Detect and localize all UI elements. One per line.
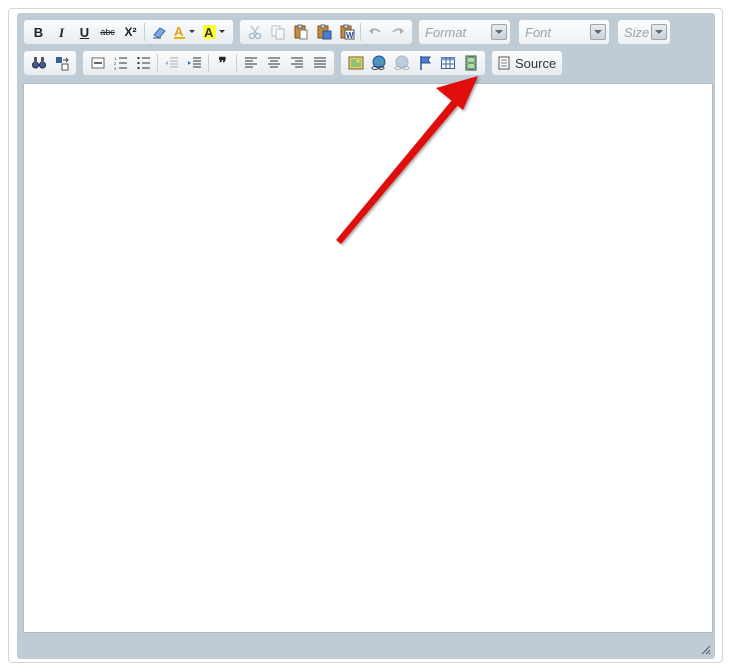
globe-link-icon (371, 55, 385, 70)
strikethrough-icon: abc (100, 26, 115, 37)
size-combo[interactable]: Size (617, 19, 671, 45)
image-button[interactable] (344, 52, 367, 74)
chevron-down-icon[interactable] (590, 24, 606, 40)
source-button[interactable]: Source (491, 50, 564, 76)
toolbar-separator (236, 54, 237, 72)
chevron-down-icon[interactable] (651, 24, 667, 40)
svg-text:A: A (204, 25, 214, 40)
svg-text:A: A (174, 24, 184, 39)
editor-chrome: B I U abc X² A A W Format Font Size 1 2 … (17, 13, 715, 659)
toolbar-separator (208, 54, 209, 72)
justify-button[interactable] (308, 52, 331, 74)
italic-button[interactable]: I (50, 21, 73, 43)
remove-format-button[interactable] (147, 21, 170, 43)
basic-styles-group: B I U abc X² A A (23, 19, 234, 45)
unlink-button[interactable] (390, 52, 413, 74)
background-color-button[interactable]: A (200, 21, 230, 43)
table-button[interactable] (436, 52, 459, 74)
align-right-button[interactable] (285, 52, 308, 74)
superscript-icon: X² (124, 25, 137, 39)
indent-button[interactable] (183, 52, 206, 74)
chevron-down-icon[interactable] (491, 24, 507, 40)
size-combo-label: Size (624, 24, 650, 40)
redo-button[interactable] (386, 21, 409, 43)
outdent-button[interactable] (160, 52, 183, 74)
toolbar-separator (144, 23, 145, 41)
toolbar-separator (157, 54, 158, 72)
font-combo-label: Font (525, 24, 552, 40)
cut-button[interactable] (243, 21, 266, 43)
clipboard-group: W (239, 19, 413, 45)
align-left-icon (244, 57, 257, 68)
paste-button[interactable] (289, 21, 312, 43)
quote-icon: ❞ (218, 54, 227, 72)
toolbar-separator (360, 23, 361, 41)
paste-text-button[interactable] (312, 21, 335, 43)
paste-from-word-button[interactable]: W (335, 21, 358, 43)
horizontal-rule-icon (91, 57, 104, 69)
undo-button[interactable] (363, 21, 386, 43)
editor-frame: B I U abc X² A A W Format Font Size 1 2 … (8, 8, 723, 663)
find-button[interactable] (27, 52, 50, 74)
find-replace-group (23, 50, 77, 76)
numbered-list-button[interactable]: 123 (109, 52, 132, 74)
format-combo[interactable]: Format (418, 19, 511, 45)
bulleted-list-button[interactable] (132, 52, 155, 74)
align-right-icon (290, 57, 303, 68)
align-center-icon (267, 57, 280, 68)
film-strip-icon (465, 55, 476, 71)
underline-button[interactable]: U (73, 21, 96, 43)
underline-icon: U (79, 24, 90, 40)
editor-content-area[interactable] (23, 83, 713, 633)
document-icon (498, 56, 510, 70)
image-icon (348, 56, 363, 70)
text-color-icon: A (174, 24, 195, 39)
paste-word-icon: W (340, 24, 354, 40)
replace-button[interactable] (50, 52, 73, 74)
outdent-icon (164, 57, 178, 68)
toolbar-row-2: 123 ❞ Source (23, 50, 564, 76)
bulleted-list-icon (137, 57, 150, 69)
link-button[interactable] (367, 52, 390, 74)
flag-icon (419, 56, 431, 70)
svg-text:3: 3 (114, 66, 117, 71)
source-button-label: Source (515, 55, 557, 71)
copy-icon (271, 25, 284, 40)
table-icon (440, 57, 455, 69)
binoculars-icon (31, 57, 46, 69)
eraser-icon (152, 27, 166, 39)
format-combo-label: Format (425, 24, 467, 40)
globe-unlink-icon (394, 55, 409, 70)
resize-grip-icon[interactable] (699, 643, 711, 655)
text-color-button[interactable]: A (170, 21, 200, 43)
copy-button[interactable] (266, 21, 289, 43)
undo-icon (368, 28, 381, 34)
align-left-button[interactable] (239, 52, 262, 74)
italic-icon: I (58, 24, 65, 40)
superscript-button[interactable]: X² (119, 21, 142, 43)
toolbar-row-1: B I U abc X² A A W Format Font Size (23, 19, 678, 45)
scissors-icon (248, 25, 261, 40)
justify-icon (313, 57, 326, 68)
redo-icon (391, 28, 404, 34)
paste-icon (294, 24, 307, 40)
flash-video-button[interactable] (459, 52, 482, 74)
horizontal-rule-button[interactable] (86, 52, 109, 74)
paragraph-group: 123 ❞ (82, 50, 335, 76)
replace-icon (55, 57, 69, 71)
font-combo[interactable]: Font (518, 19, 610, 45)
numbered-list-icon: 123 (114, 56, 127, 71)
insert-group (340, 50, 486, 76)
bold-icon: B (33, 24, 44, 40)
indent-icon (187, 57, 201, 68)
anchor-button[interactable] (413, 52, 436, 74)
svg-text:W: W (346, 31, 354, 40)
bold-button[interactable]: B (27, 21, 50, 43)
paste-text-icon (317, 24, 331, 40)
blockquote-button[interactable]: ❞ (211, 52, 234, 74)
highlight-color-icon: A (203, 25, 225, 40)
align-center-button[interactable] (262, 52, 285, 74)
strikethrough-button[interactable]: abc (96, 21, 119, 43)
